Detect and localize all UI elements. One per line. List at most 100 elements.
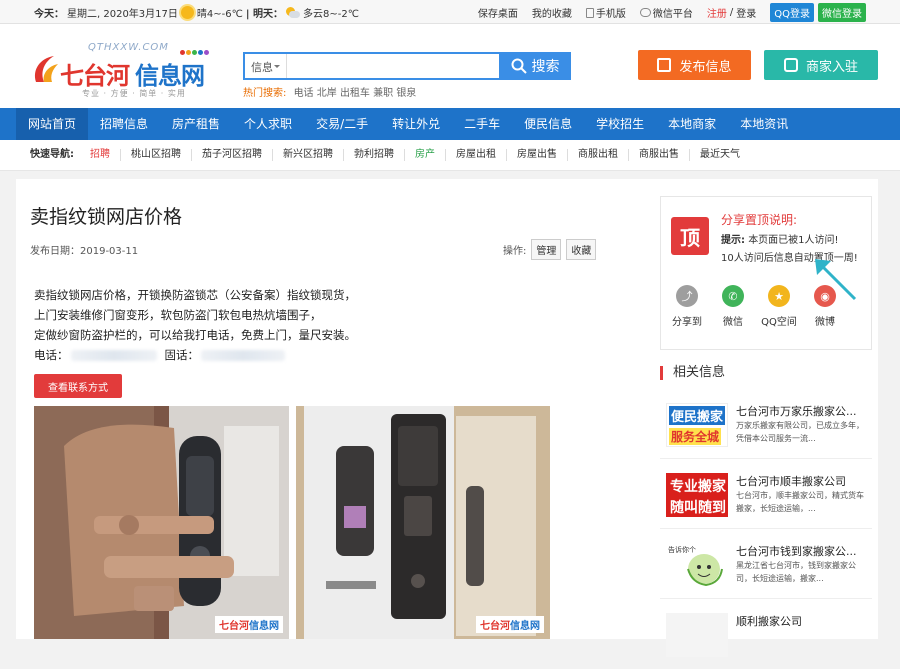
related-thumb: 告诉你个 <box>666 543 728 587</box>
product-photo-1[interactable]: 七台河信息网 <box>34 406 289 639</box>
list-item[interactable]: 告诉你个 七台河市钱到家搬家公... 黑龙江省七台河市，钱到家搬家公司，长短途运… <box>660 529 872 599</box>
share-qzone-button[interactable]: ★ QQ空间 <box>759 285 799 328</box>
related-item-desc: 黑龙江省七台河市，钱到家搬家公司，长短途运输，搬家... <box>736 561 856 583</box>
quick-nav-item[interactable]: 房产 <box>405 149 446 161</box>
wechat-login-button[interactable]: 微信登录 <box>818 3 866 22</box>
list-item[interactable]: 顺利搬家公司 <box>660 599 872 669</box>
view-contact-button[interactable]: 查看联系方式 <box>34 374 122 398</box>
related-item-title: 七台河市钱到家搬家公... <box>736 545 857 558</box>
social-login: QQ登录 微信登录 <box>770 3 866 22</box>
publish-date: 发布日期：2019-03-11 <box>30 246 139 257</box>
quick-nav-item[interactable]: 商服出租 <box>568 149 629 161</box>
nav-item-used-cars[interactable]: 二手车 <box>452 108 512 140</box>
related-thumb: 专业搬家 随叫随到 <box>666 473 728 517</box>
auth-links: 注册 / 登录 <box>707 5 756 20</box>
search-icon <box>511 58 527 74</box>
share-to-button[interactable]: ⤴ 分享到 <box>667 285 707 328</box>
quick-nav-item[interactable]: 商服出售 <box>629 149 690 161</box>
store-icon <box>783 58 798 72</box>
article-line: 卖指纹锁网店价格，开锁换防盗锁芯（公安备案）指纹锁现货， <box>34 288 356 302</box>
hot-keyword[interactable]: 出租车 <box>340 88 370 99</box>
my-favorites-link[interactable]: 我的收藏 <box>532 5 572 20</box>
top-bar: 今天： 星期二, 2020年3月17日 晴4~-6℃ | 明天： 多云8~-2℃… <box>0 0 900 24</box>
search-input[interactable] <box>289 54 499 78</box>
share-label: QQ空间 <box>761 317 797 328</box>
save-desktop-link[interactable]: 保存桌面 <box>478 5 518 20</box>
hot-keyword[interactable]: 银泉 <box>396 88 416 99</box>
share-label: 微博 <box>815 317 835 328</box>
mobile-label: 手机版 <box>595 9 626 20</box>
hot-keyword[interactable]: 兼职 <box>373 88 393 99</box>
register-link[interactable]: 注册 <box>707 5 727 20</box>
list-item[interactable]: 专业搬家 随叫随到 七台河市顺丰搬家公司 七台河市，顺丰搬家公司，精式货车搬家，… <box>660 459 872 529</box>
publish-button[interactable]: 发布信息 <box>638 50 751 80</box>
article-ops: 操作: 管理 收藏 <box>503 239 597 260</box>
related-list: 便民搬家 服务全城 七台河市万家乐搬家公... 万家乐搬家有限公司，已成立多年，… <box>660 389 872 669</box>
auth-separator: / <box>729 7 734 18</box>
manage-button[interactable]: 管理 <box>531 239 562 260</box>
related-title: 相关信息 <box>660 366 725 380</box>
weather-today: 晴4~-6℃ <box>196 9 243 20</box>
share-wechat-button[interactable]: ✆ 微信 <box>713 285 753 328</box>
quick-nav-item[interactable]: 新兴区招聘 <box>273 149 344 161</box>
hot-keyword[interactable]: 北岸 <box>317 88 337 99</box>
quick-nav-item[interactable]: 招聘 <box>80 149 121 161</box>
tip-label: 提示: <box>721 235 745 246</box>
watermark-blue: 信息网 <box>510 621 540 632</box>
photo-watermark: 七台河信息网 <box>476 616 544 633</box>
merchant-join-button[interactable]: 商家入驻 <box>764 50 878 80</box>
publish-label: 发布信息 <box>679 59 732 75</box>
nav-item-local-shops[interactable]: 本地商家 <box>656 108 728 140</box>
nav-item-housing[interactable]: 房产租售 <box>160 108 232 140</box>
quick-nav-item[interactable]: 房屋出售 <box>507 149 568 161</box>
merchant-label: 商家入驻 <box>805 59 858 75</box>
nav-item-schools[interactable]: 学校招生 <box>584 108 656 140</box>
login-link[interactable]: 登录 <box>736 5 756 20</box>
hot-search-label: 热门搜索: <box>243 88 287 99</box>
quick-nav-item[interactable]: 桃山区招聘 <box>121 149 192 161</box>
related-item-desc: 七台河市，顺丰搬家公司，精式货车搬家，长短途运输，... <box>736 491 864 513</box>
logo-domain: QTHXXW.COM <box>88 42 169 53</box>
nav-item-local-news[interactable]: 本地资讯 <box>728 108 800 140</box>
logo-slogan: 专业 · 方便 · 简单 · 实用 <box>82 89 186 98</box>
wechat-platform-link[interactable]: 微信平台 <box>639 5 693 20</box>
hot-keyword[interactable]: 电话 <box>294 88 314 99</box>
nav-item-jobs[interactable]: 招聘信息 <box>88 108 160 140</box>
search-button[interactable]: 搜索 <box>499 52 571 80</box>
content-panel: 卖指纹锁网店价格 发布日期：2019-03-11 操作: 管理 收藏 卖指纹锁网… <box>16 179 878 657</box>
page-title: 卖指纹锁网店价格 <box>30 206 183 228</box>
pin-badge: 顶 <box>671 217 709 255</box>
article-line: 上门安装维修门窗变形，软包防盗门软包电热炕墙围子， <box>34 308 322 322</box>
photo-watermark: 七台河信息网 <box>215 616 283 633</box>
favorite-button[interactable]: 收藏 <box>566 239 597 260</box>
phone-label: 电话： <box>34 348 69 362</box>
today-date: 星期二, 2020年3月17日 <box>67 9 178 20</box>
quick-nav-item[interactable]: 房屋出租 <box>446 149 507 161</box>
nav-item-trade[interactable]: 交易/二手 <box>304 108 380 140</box>
quick-nav-label: 快速导航: <box>30 149 74 160</box>
quick-nav-item[interactable]: 最近天气 <box>690 149 750 161</box>
quick-nav-item[interactable]: 勃利招聘 <box>344 149 405 161</box>
site-logo[interactable]: QTHXXW.COM 七台河 信息网 专业 · 方便 · 简单 · 实用 <box>30 42 220 102</box>
qq-login-button[interactable]: QQ登录 <box>770 3 814 22</box>
search-category-select[interactable]: 信息 <box>245 54 287 78</box>
product-photo-2[interactable]: 七台河信息网 <box>296 406 550 639</box>
related-thumb <box>666 613 728 657</box>
ops-label: 操作: <box>503 246 527 257</box>
wechat-icon: ✆ <box>722 285 744 307</box>
main-nav: 网站首页 招聘信息 房产租售 个人求职 交易/二手 转让外兑 二手车 便民信息 … <box>0 108 900 140</box>
thumb-text: 便民搬家 <box>669 406 726 425</box>
weather-info: 今天： 星期二, 2020年3月17日 晴4~-6℃ | 明天： 多云8~-2℃ <box>34 5 359 20</box>
related-thumb: 便民搬家 服务全城 <box>666 403 728 447</box>
watermark-blue: 信息网 <box>249 621 279 632</box>
wechat-platform-label: 微信平台 <box>652 9 693 20</box>
search-box: 信息 搜索 <box>243 52 571 80</box>
nav-item-job-seeking[interactable]: 个人求职 <box>232 108 304 140</box>
nav-item-transfer[interactable]: 转让外兑 <box>380 108 452 140</box>
list-item[interactable]: 便民搬家 服务全城 七台河市万家乐搬家公... 万家乐搬家有限公司，已成立多年，… <box>660 389 872 459</box>
nav-item-services[interactable]: 便民信息 <box>512 108 584 140</box>
quick-nav-item[interactable]: 茄子河区招聘 <box>192 149 273 161</box>
nav-item-home[interactable]: 网站首页 <box>16 108 89 140</box>
share-label: 分享到 <box>672 317 702 328</box>
mobile-link[interactable]: 手机版 <box>585 5 626 20</box>
